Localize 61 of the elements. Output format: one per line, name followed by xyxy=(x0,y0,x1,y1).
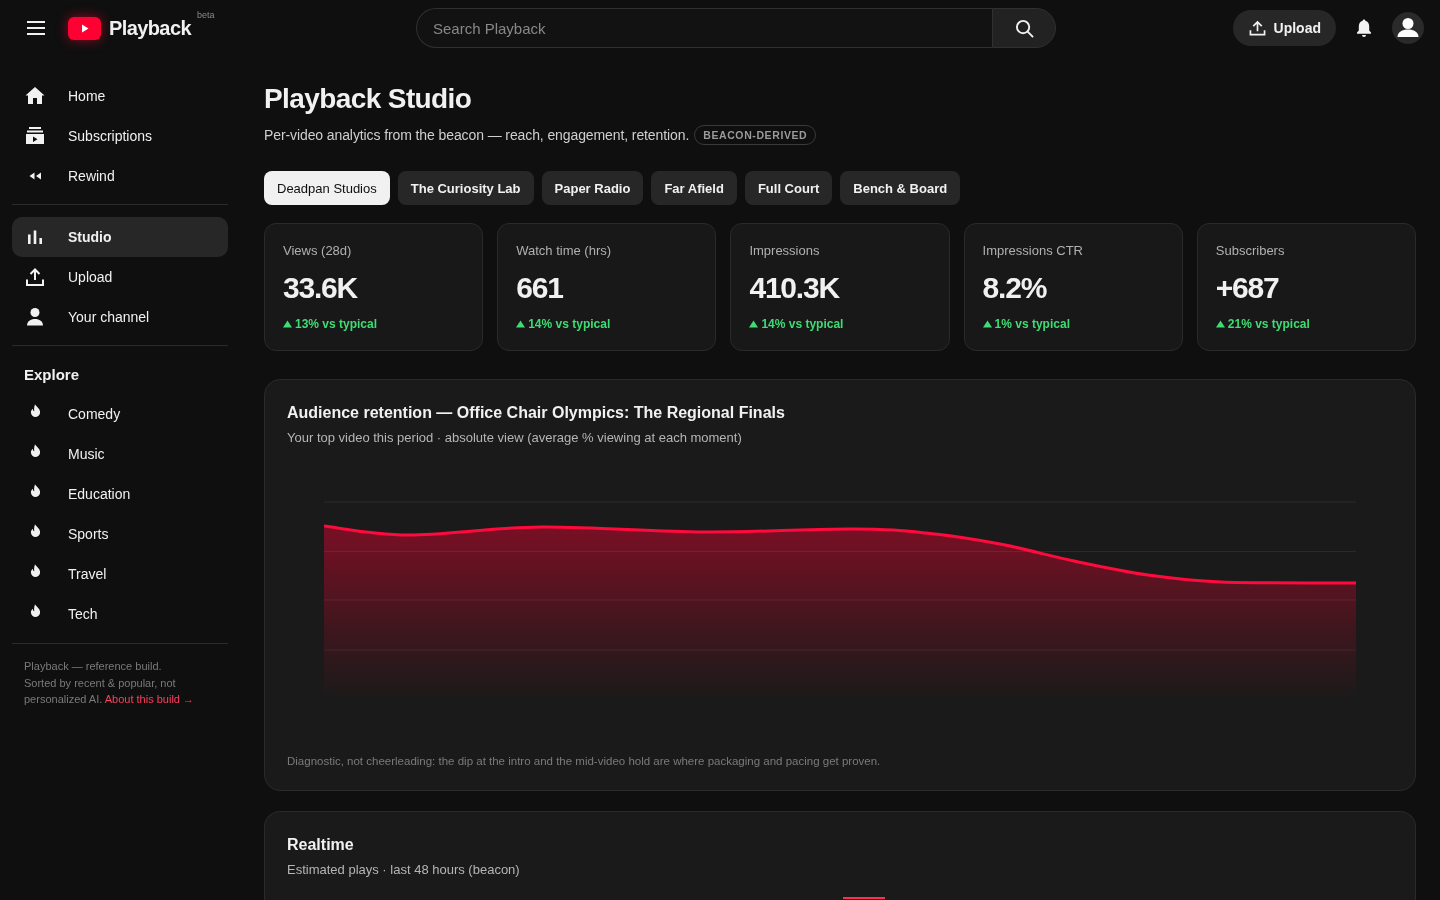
flame-icon xyxy=(30,604,41,618)
flame-icon xyxy=(30,564,41,578)
search-icon xyxy=(1014,18,1034,38)
section-heading: Explore xyxy=(23,365,81,385)
stat-label: Views (28d) xyxy=(283,242,353,260)
flame-icon xyxy=(30,524,41,538)
upload-button[interactable]: Upload xyxy=(1232,10,1336,46)
stat-value: 33.6K xyxy=(283,270,359,306)
sidebar-item[interactable]: Music xyxy=(12,434,228,474)
channel-tab[interactable]: Bench & Board xyxy=(840,171,961,205)
stat-label: Impressions CTR xyxy=(982,242,1084,260)
channel-tab[interactable]: The Curiosity Lab xyxy=(397,171,534,205)
sidebar-item[interactable]: Comedy xyxy=(12,394,228,434)
play-logo-icon[interactable] xyxy=(68,16,101,40)
channel-tab[interactable]: Far Afield xyxy=(651,171,737,205)
stat-label: Subscribers xyxy=(1215,242,1286,260)
upload-icon xyxy=(1248,20,1266,36)
stat-value: 8.2% xyxy=(982,270,1048,306)
stat-delta: 14% vs typical xyxy=(528,317,611,331)
sidebar-item[interactable]: Home xyxy=(12,76,228,116)
search-button[interactable] xyxy=(992,8,1056,48)
sidebar-item[interactable]: Tech xyxy=(12,594,228,634)
sidebar-item[interactable]: Travel xyxy=(12,554,228,594)
bell-icon xyxy=(1356,18,1372,38)
menu-icon xyxy=(27,21,45,35)
beta-label: beta xyxy=(196,9,215,20)
card-subtitle: Your top video this period · absolute view (average % viewing at each moment) xyxy=(287,429,743,447)
stat-label: Watch time (hrs) xyxy=(516,242,613,260)
sidebar-item[interactable]: Upload xyxy=(12,257,228,297)
chart-footnote: Diagnostic, not cheerleading: the dip at the intro and the mid-video hold are where packaging and pacing get proven. xyxy=(287,754,882,769)
about-link[interactable]: About this build → xyxy=(104,693,194,706)
footer-note: Playback — reference build. Sorted by recent & popular, not personalized AI. About this build → xyxy=(24,659,195,708)
stat-value: +687 xyxy=(1215,270,1280,306)
stat-label: Impressions xyxy=(749,242,821,260)
search-field[interactable]: Search Playback xyxy=(416,8,992,48)
flame-icon xyxy=(30,404,41,418)
channel-tab[interactable]: Paper Radio xyxy=(541,171,644,205)
card-subtitle: Estimated plays · last 48 hours (beacon) xyxy=(287,861,521,879)
page-title: Playback Studio xyxy=(264,82,473,116)
flame-icon xyxy=(30,484,41,498)
sidebar-item[interactable]: Subscriptions xyxy=(12,116,228,156)
stat-value: 410.3K xyxy=(749,270,841,306)
stat-delta: 1% vs typical xyxy=(994,317,1070,331)
sidebar-item[interactable]: Education xyxy=(12,474,228,514)
stat-delta: 21% vs typical xyxy=(1227,317,1310,331)
sidebar-item[interactable]: Studio xyxy=(12,217,228,257)
logo-text[interactable]: Playback xyxy=(109,16,191,40)
stat-delta: 13% vs typical xyxy=(295,317,378,331)
stat-value: 661 xyxy=(516,270,564,306)
sidebar-item[interactable]: Sports xyxy=(12,514,228,554)
flame-icon xyxy=(30,444,41,458)
sidebar-item[interactable]: Your channel xyxy=(12,297,228,337)
card-title: Realtime xyxy=(287,835,355,855)
card-title: Audience retention — Office Chair Olympics: The Regional Finals xyxy=(287,403,786,423)
page-subtitle: Per-video analytics from the beacon — reach, engagement, retention. xyxy=(264,127,690,143)
avatar-icon xyxy=(1392,12,1424,44)
channel-tab[interactable]: Full Court xyxy=(744,171,833,205)
account-button[interactable] xyxy=(1392,12,1424,44)
stat-delta: 14% vs typical xyxy=(761,317,844,331)
channel-tab[interactable]: Deadpan Studios xyxy=(264,171,390,205)
sidebar-item[interactable]: Rewind xyxy=(12,156,228,196)
